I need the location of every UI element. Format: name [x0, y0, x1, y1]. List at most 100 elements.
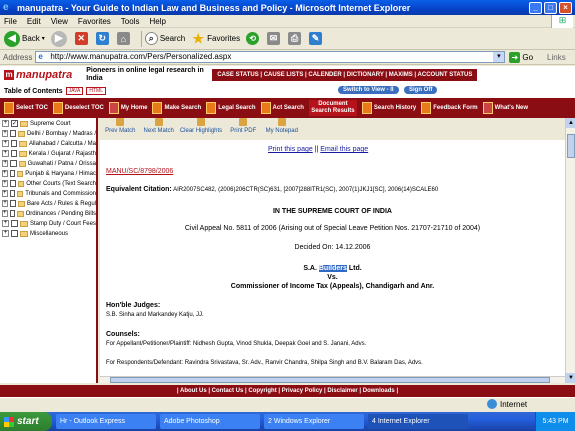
make-search-button[interactable]: Make Search [152, 102, 201, 114]
next-match-button[interactable]: Next Match [140, 118, 176, 138]
print-button[interactable]: ⎙ [288, 32, 303, 45]
tree-checkbox[interactable] [11, 230, 18, 237]
whats-new-button[interactable]: What's New [482, 102, 528, 114]
sign-off-button[interactable]: Sign Off [404, 86, 438, 94]
site-footer[interactable]: | About Us | Contact Us | Copyright | Pr… [0, 385, 575, 397]
menu-tools[interactable]: Tools [121, 17, 140, 26]
taskbar-internet-explorer[interactable]: 4 Internet Explorer [368, 414, 468, 429]
expand-icon[interactable]: + [2, 190, 8, 197]
address-input[interactable]: http://www.manupatra.com/Pers/Personaliz… [35, 51, 506, 63]
tree-item[interactable]: + Allahabad / Calcutta / Ma [0, 139, 96, 148]
taskbar-adobe-photoshop[interactable]: Adobe Photoshop [160, 414, 260, 429]
tree-checkbox[interactable] [9, 170, 16, 177]
tree-item[interactable]: + Stamp Duty / Court Fees [0, 219, 96, 228]
expand-icon[interactable]: + [2, 120, 9, 127]
tree-item[interactable]: + Ordinances / Pending Bills [0, 209, 96, 218]
tree-item[interactable]: + Punjab & Haryana / Himac [0, 169, 96, 178]
feedback-icon [421, 102, 432, 114]
my-notepad-button[interactable]: My Notepad [264, 118, 300, 138]
favorites-button[interactable]: ★ Favorites [191, 31, 240, 47]
manupatra-logo[interactable]: m manupatra [4, 69, 72, 81]
feedback-form-button[interactable]: Feedback Form [421, 102, 478, 114]
document-search-results-button[interactable]: Document Search Results [308, 100, 357, 116]
print-page-link[interactable]: Print this page [268, 146, 313, 153]
tree-checkbox[interactable] [10, 220, 18, 227]
forward-button[interactable]: ▶ [50, 30, 69, 47]
tree-item[interactable]: + Kerala / Gujarat / Rajasth [0, 149, 96, 158]
java-toggle[interactable]: JAVA [65, 87, 84, 95]
stop-button[interactable]: ✕ [74, 32, 90, 45]
hscroll-thumb[interactable] [110, 377, 550, 383]
tree-checkbox[interactable]: ✓ [11, 120, 18, 127]
clear-highlights-button[interactable]: Clear Highlights [179, 118, 223, 138]
tree-checkbox[interactable] [10, 150, 18, 157]
tree-checkbox[interactable] [9, 180, 16, 187]
tree-item[interactable]: + Other Courts (Text Search [0, 179, 96, 188]
tree-checkbox[interactable] [10, 130, 17, 137]
tree-item[interactable]: + Guwahati / Patna / Orissa [0, 159, 96, 168]
tree-checkbox[interactable] [9, 210, 16, 217]
expand-icon[interactable]: + [2, 220, 9, 227]
expand-icon[interactable]: + [2, 140, 9, 147]
history-button[interactable]: ⟲ [246, 32, 261, 45]
email-page-link[interactable]: Email this page [320, 146, 368, 153]
scroll-thumb[interactable] [567, 134, 575, 158]
home-button[interactable]: ⌂ [116, 32, 132, 45]
links-button[interactable]: Links [547, 53, 566, 62]
expand-icon[interactable]: + [2, 200, 9, 207]
minimize-button[interactable]: _ [529, 1, 542, 14]
horizontal-scrollbar[interactable] [100, 376, 565, 383]
tree-checkbox[interactable] [10, 200, 17, 207]
search-history-button[interactable]: Search History [361, 102, 416, 114]
menu-help[interactable]: Help [149, 17, 165, 26]
mail-button[interactable]: ✉ [267, 32, 282, 45]
back-button[interactable]: ◀ Back ▾ [4, 30, 45, 47]
expand-icon[interactable]: + [2, 170, 8, 177]
back-dropdown-icon[interactable]: ▾ [42, 35, 45, 42]
tree-item[interactable]: + Delhi / Bombay / Madras / [0, 129, 96, 138]
menu-favorites[interactable]: Favorites [78, 17, 111, 26]
close-button[interactable]: × [559, 1, 572, 14]
tree-item-supreme-court[interactable]: + ✓ Supreme Court [0, 119, 96, 128]
print-pdf-button[interactable]: Print PDF [225, 118, 261, 138]
expand-icon[interactable]: + [2, 130, 9, 137]
menu-edit[interactable]: Edit [27, 17, 41, 26]
scroll-up-icon[interactable]: ▲ [566, 118, 575, 128]
scroll-down-icon[interactable]: ▼ [566, 373, 575, 383]
go-button[interactable]: ➜ Go [509, 51, 533, 63]
vertical-scrollbar[interactable]: ▲ ▼ [565, 118, 575, 383]
tree-item[interactable]: + Miscellaneous [0, 229, 96, 238]
deselect-toc-button[interactable]: Deselect TOC [52, 102, 104, 114]
expand-icon[interactable]: + [2, 230, 9, 237]
zone-label: Internet [500, 399, 528, 409]
top-nav-links[interactable]: CASE STATUS | CAUSE LISTS | CALENDER | D… [212, 69, 478, 81]
expand-icon[interactable]: + [2, 180, 8, 187]
tree-item[interactable]: + Tribunals and Commission [0, 189, 96, 198]
expand-icon[interactable]: + [2, 150, 9, 157]
legal-search-button[interactable]: Legal Search [206, 102, 256, 114]
refresh-button[interactable]: ↻ [95, 32, 111, 45]
start-button[interactable]: start [0, 412, 52, 431]
html-toggle[interactable]: HTML [86, 87, 106, 95]
maximize-button[interactable]: □ [544, 1, 557, 14]
citation-id[interactable]: MANU/SC/8798/2006 [106, 168, 173, 175]
edit-button[interactable]: ✎ [309, 32, 324, 45]
taskbar-windows-explorer[interactable]: 2 Windows Explorer [264, 414, 364, 429]
menu-file[interactable]: File [4, 17, 17, 26]
party-respondent: Commissioner of Income Tax (Appeals), Ch… [230, 283, 435, 290]
tree-checkbox[interactable] [10, 140, 18, 147]
taskbar-outlook-express[interactable]: Hr - Outlook Express [56, 414, 156, 429]
tree-checkbox[interactable] [10, 160, 17, 167]
expand-icon[interactable]: + [2, 160, 9, 167]
prev-match-button[interactable]: Prev Match [102, 118, 138, 138]
act-search-button[interactable]: Act Search [260, 102, 304, 114]
select-toc-button[interactable]: Select TOC [4, 102, 48, 114]
search-button[interactable]: ⌕ Search [144, 32, 185, 45]
menu-view[interactable]: View [51, 17, 68, 26]
my-home-button[interactable]: My Home [108, 102, 147, 114]
tree-item[interactable]: + Bare Acts / Rules & Regul [0, 199, 96, 208]
switch-view-button[interactable]: Switch to View - II [338, 86, 399, 94]
tree-checkbox[interactable] [9, 190, 15, 197]
expand-icon[interactable]: + [2, 210, 8, 217]
address-dropdown-icon[interactable]: ▾ [493, 52, 505, 62]
